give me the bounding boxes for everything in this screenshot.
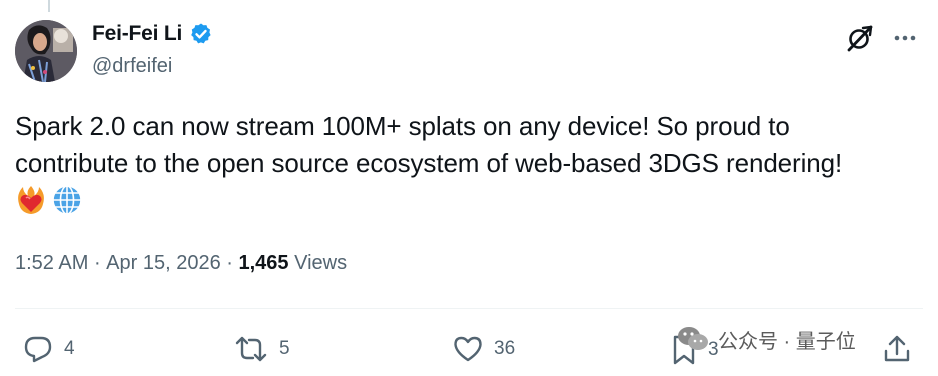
tweet-time[interactable]: 1:52 AM <box>15 252 88 275</box>
wechat-logo-icon <box>678 327 708 350</box>
share-button[interactable] <box>882 333 912 365</box>
tweet-date[interactable]: Apr 15, 2026 <box>106 252 221 275</box>
tweet-text-line-2: contribute to the open source ecosystem … <box>15 148 843 178</box>
views-count[interactable]: 1,465 <box>238 252 288 275</box>
tweet-text: Spark 2.0 can now stream 100M+ splats on… <box>15 108 930 216</box>
heart-on-fire-emoji <box>18 186 44 214</box>
meta-separator: · <box>220 252 239 274</box>
repost-button[interactable]: 5 <box>233 333 290 365</box>
like-button[interactable]: 36 <box>452 333 515 365</box>
repost-icon <box>235 336 267 362</box>
meta-separator: · <box>88 252 107 274</box>
views-label: Views <box>288 252 348 274</box>
reply-count: 4 <box>64 338 75 359</box>
avatar-photo-icon <box>15 20 77 82</box>
tweet-text-line-1: Spark 2.0 can now stream 100M+ splats on… <box>15 111 790 141</box>
author-display-name[interactable]: Fei-Fei Li <box>92 22 182 46</box>
globe-with-meridians-emoji <box>52 185 82 215</box>
author-name-row: Fei-Fei Li <box>92 22 213 46</box>
emoji-row <box>15 184 930 216</box>
reply-icon <box>24 336 52 363</box>
more-icon[interactable] <box>892 25 918 51</box>
top-actions <box>844 22 918 54</box>
repost-count: 5 <box>279 338 290 359</box>
watermark: 公众号 · 量子位 <box>676 324 856 354</box>
grok-icon[interactable] <box>844 22 876 54</box>
tweet-meta: 1:52 AM · Apr 15, 2026 · 1,465 Views <box>15 252 347 275</box>
verified-badge-icon[interactable] <box>189 22 213 46</box>
thread-line <box>48 0 50 12</box>
watermark-text: 公众号 · 量子位 <box>718 330 856 353</box>
author-handle[interactable]: @drfeifei <box>92 55 172 78</box>
avatar[interactable] <box>15 20 77 82</box>
like-count: 36 <box>494 338 516 359</box>
divider <box>15 308 923 309</box>
reply-button[interactable]: 4 <box>22 333 75 365</box>
heart-icon <box>454 336 482 362</box>
share-icon <box>884 335 910 362</box>
